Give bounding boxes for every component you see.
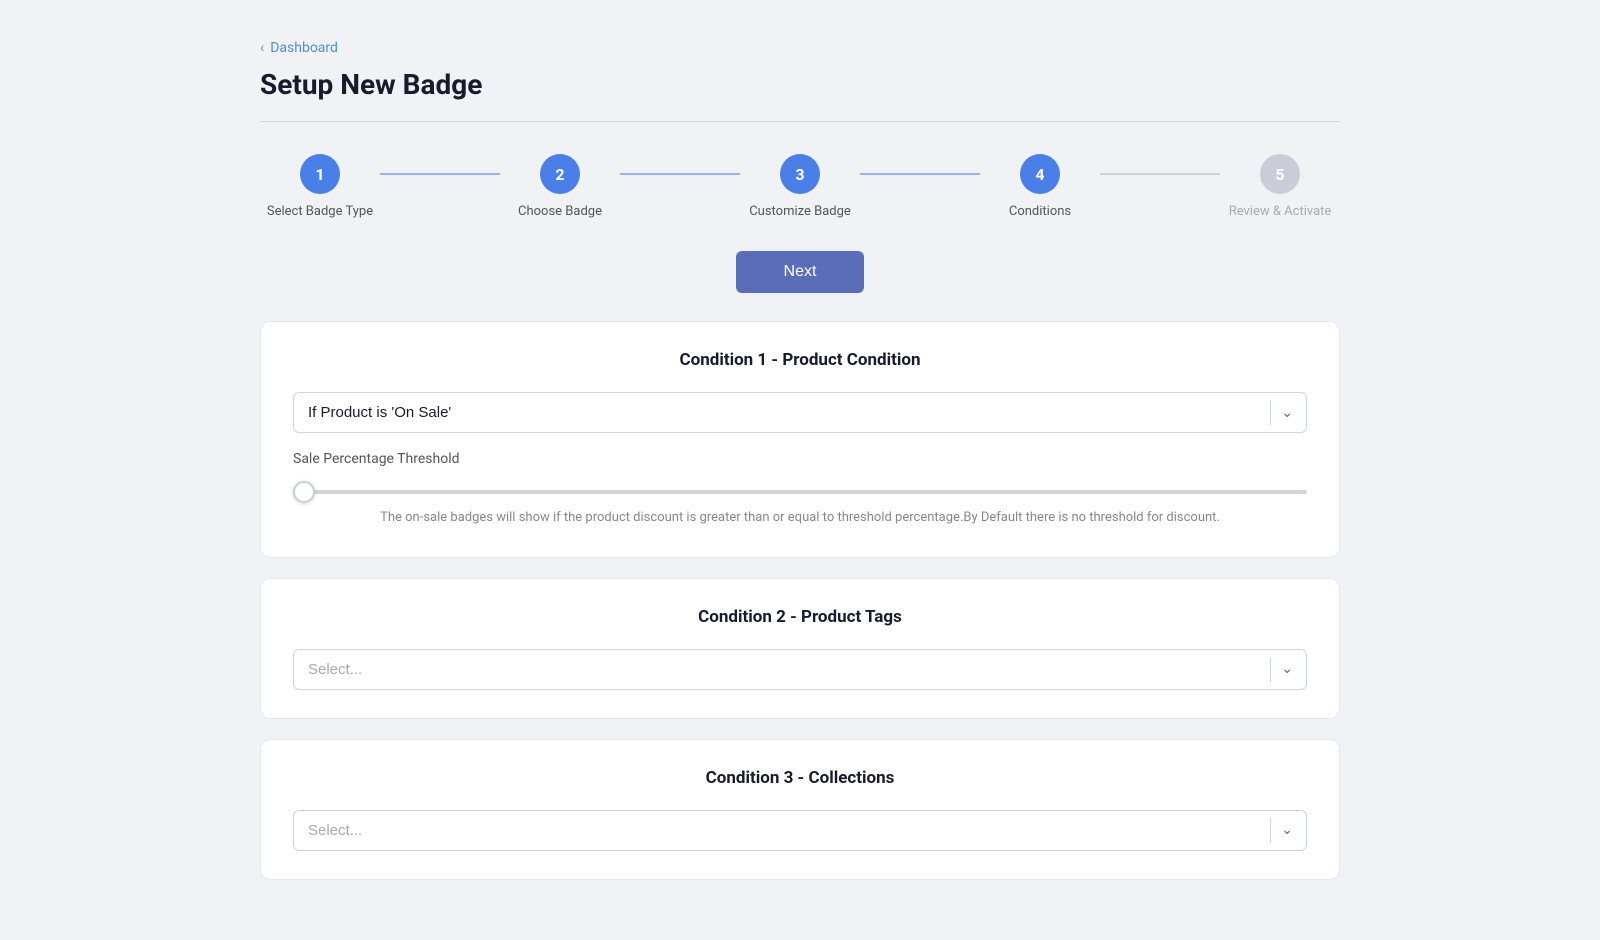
connector-2-3 — [620, 173, 740, 175]
step-3: 3 Customize Badge — [740, 154, 860, 219]
stepper: 1 Select Badge Type 2 Choose Badge 3 C — [260, 154, 1340, 219]
slider-hint: The on-sale badges will show if the prod… — [293, 508, 1307, 529]
condition-2-dropdown-wrapper: Select... Tag 1 Tag 2 ⌄ — [293, 649, 1307, 690]
condition-1-dropdown[interactable]: If Product is 'On Sale' If Product is 'N… — [293, 392, 1307, 433]
step-4-label: Conditions — [1009, 204, 1071, 219]
step-5-number: 5 — [1275, 165, 1284, 184]
step-3-label: Customize Badge — [749, 204, 851, 219]
step-3-number: 3 — [795, 165, 804, 184]
title-divider — [260, 121, 1340, 122]
step-1: 1 Select Badge Type — [260, 154, 380, 219]
step-1-number: 1 — [315, 165, 324, 184]
step-4: 4 Conditions — [980, 154, 1100, 219]
sale-percentage-slider[interactable] — [293, 490, 1307, 494]
step-4-number: 4 — [1035, 165, 1044, 184]
connector-3-4 — [860, 173, 980, 175]
condition-3-dropdown[interactable]: Select... Collection 1 Collection 2 — [293, 810, 1307, 851]
step-5: 5 Review & Activate — [1220, 154, 1340, 219]
next-button-wrapper: Next — [260, 251, 1340, 293]
condition-3-card: Condition 3 - Collections Select... Coll… — [260, 739, 1340, 880]
breadcrumb[interactable]: ‹ Dashboard — [260, 40, 1340, 56]
condition-2-card: Condition 2 - Product Tags Select... Tag… — [260, 578, 1340, 719]
back-arrow-icon: ‹ — [260, 40, 264, 56]
condition-3-dropdown-wrapper: Select... Collection 1 Collection 2 ⌄ — [293, 810, 1307, 851]
next-button[interactable]: Next — [736, 251, 865, 293]
breadcrumb-label: Dashboard — [270, 40, 338, 56]
page-title: Setup New Badge — [260, 68, 1340, 101]
condition-3-title: Condition 3 - Collections — [293, 768, 1307, 788]
connector-1-2 — [380, 173, 500, 175]
condition-1-dropdown-wrapper: If Product is 'On Sale' If Product is 'N… — [293, 392, 1307, 433]
connector-4-5 — [1100, 173, 1220, 175]
step-5-circle: 5 — [1260, 154, 1300, 194]
dropdown-divider-3 — [1270, 818, 1271, 843]
step-2-label: Choose Badge — [518, 204, 602, 219]
step-2-number: 2 — [555, 165, 564, 184]
step-5-label: Review & Activate — [1229, 204, 1332, 219]
step-4-circle: 4 — [1020, 154, 1060, 194]
step-1-label: Select Badge Type — [267, 204, 373, 219]
condition-1-card: Condition 1 - Product Condition If Produ… — [260, 321, 1340, 558]
condition-1-title: Condition 1 - Product Condition — [293, 350, 1307, 370]
slider-label: Sale Percentage Threshold — [293, 451, 1307, 467]
condition-2-dropdown[interactable]: Select... Tag 1 Tag 2 — [293, 649, 1307, 690]
step-3-circle: 3 — [780, 154, 820, 194]
step-1-circle: 1 — [300, 154, 340, 194]
step-2-circle: 2 — [540, 154, 580, 194]
dropdown-divider — [1270, 400, 1271, 425]
step-2: 2 Choose Badge — [500, 154, 620, 219]
dropdown-divider-2 — [1270, 657, 1271, 682]
condition-2-title: Condition 2 - Product Tags — [293, 607, 1307, 627]
